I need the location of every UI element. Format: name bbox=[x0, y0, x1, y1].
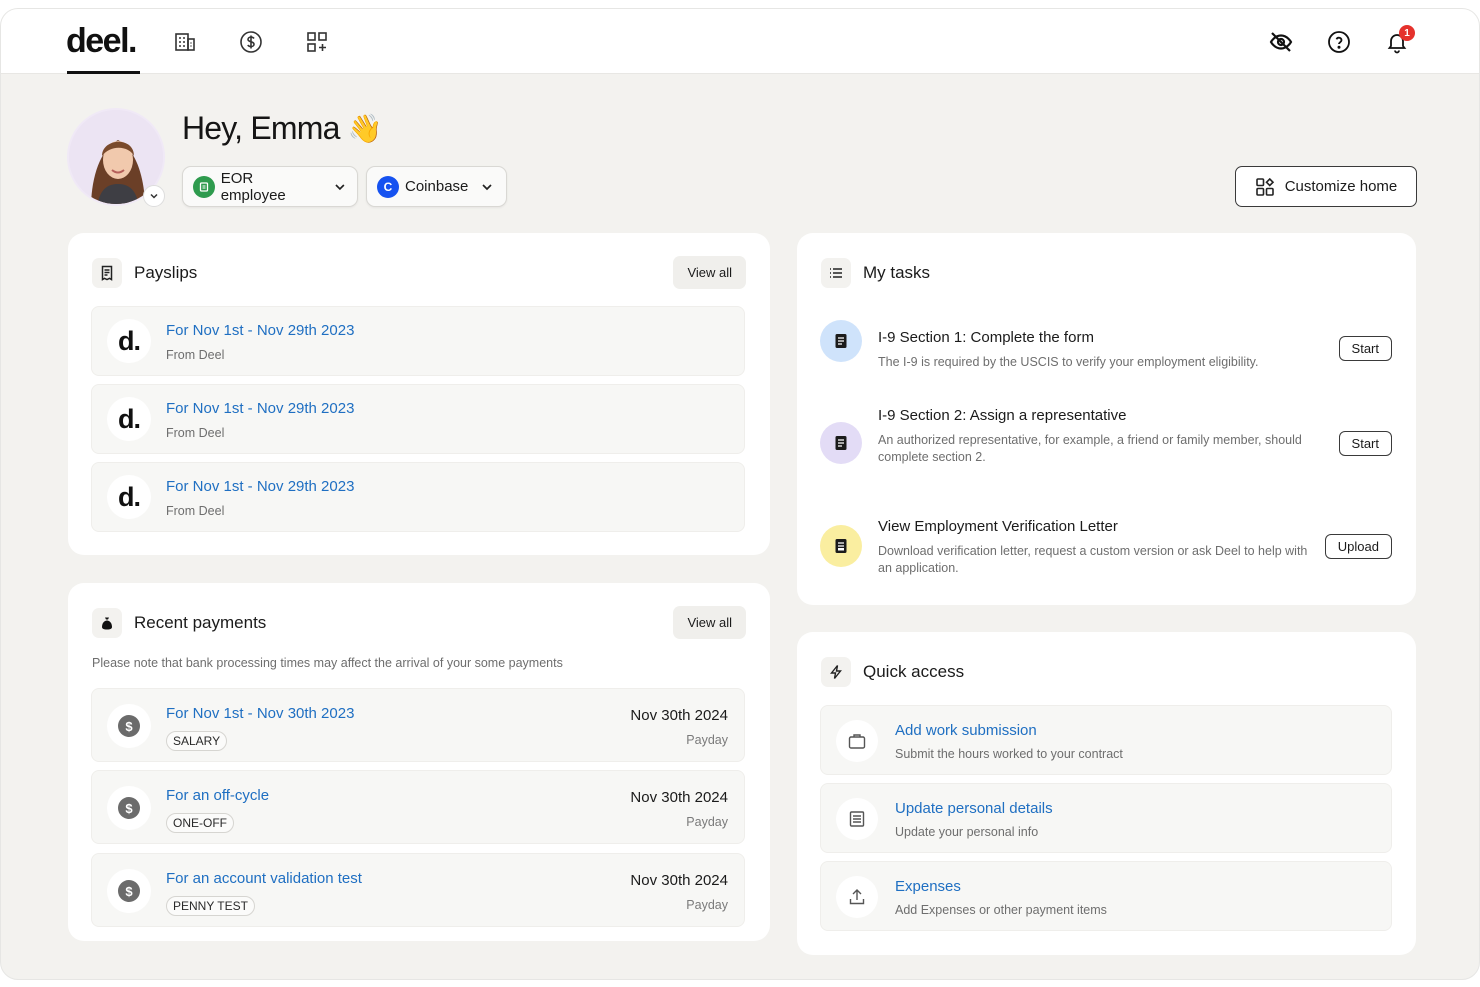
role-dropdown[interactable]: EOR employee bbox=[182, 166, 358, 207]
role-label: EOR employee bbox=[220, 169, 286, 204]
quick-access-item-desc: Submit the hours worked to your contract bbox=[895, 747, 1123, 761]
deel-d-logo: d. bbox=[107, 475, 151, 519]
task-title: I-9 Section 1: Complete the form bbox=[878, 329, 1094, 346]
payslip-title[interactable]: For Nov 1st - Nov 29th 2023 bbox=[166, 322, 354, 339]
form-document-icon bbox=[820, 422, 862, 464]
payslips-header: Payslips bbox=[92, 258, 197, 288]
dollar-coin-icon: $ bbox=[107, 704, 151, 748]
payment-row[interactable]: $ For an off-cycle ONE-OFF Nov 30th 2024… bbox=[91, 770, 745, 844]
payments-title: Recent payments bbox=[134, 613, 267, 632]
company-dropdown[interactable]: C Coinbase bbox=[366, 166, 507, 207]
payslips-view-all-button[interactable]: View all bbox=[673, 256, 746, 289]
notification-badge: 1 bbox=[1399, 25, 1415, 41]
payment-title[interactable]: For an account validation test bbox=[166, 870, 362, 887]
my-tasks-card: My tasks I-9 Section 1: Complete the for… bbox=[797, 233, 1416, 605]
apps-add-icon[interactable] bbox=[304, 29, 330, 55]
payment-date-label: Payday bbox=[686, 733, 728, 747]
lightning-icon bbox=[821, 657, 851, 687]
payment-date-label: Payday bbox=[686, 815, 728, 829]
payslip-source: From Deel bbox=[166, 504, 225, 518]
payment-type-tag: SALARY bbox=[166, 731, 228, 751]
task-upload-button[interactable]: Upload bbox=[1324, 534, 1392, 559]
payments-view-all-button[interactable]: View all bbox=[673, 606, 746, 639]
app-window: deel. 1 Hey, Emma 👋 EOR employee C Coinb… bbox=[0, 8, 1480, 980]
chevron-down-icon bbox=[335, 183, 345, 190]
payment-date-label: Payday bbox=[686, 898, 728, 912]
grid-customize-icon bbox=[1255, 177, 1274, 196]
greeting-text: Hey, Emma bbox=[182, 110, 340, 146]
avatar-menu-chevron-icon[interactable] bbox=[143, 185, 165, 207]
payment-title[interactable]: For an off-cycle bbox=[166, 787, 269, 804]
greeting-heading: Hey, Emma 👋 bbox=[182, 110, 382, 147]
payslip-title[interactable]: For Nov 1st - Nov 29th 2023 bbox=[166, 400, 354, 417]
help-icon[interactable] bbox=[1326, 29, 1352, 55]
quick-access-item-title[interactable]: Add work submission bbox=[895, 722, 1037, 739]
building-icon[interactable] bbox=[172, 29, 198, 55]
payment-row[interactable]: $ For Nov 1st - Nov 30th 2023 SALARY Nov… bbox=[91, 688, 745, 762]
task-start-button[interactable]: Start bbox=[1338, 431, 1392, 456]
eye-off-icon[interactable] bbox=[1268, 29, 1294, 55]
task-title: View Employment Verification Letter bbox=[878, 518, 1118, 535]
quick-access-item[interactable]: Expenses Add Expenses or other payment i… bbox=[820, 861, 1392, 931]
deel-d-logo: d. bbox=[107, 397, 151, 441]
payslips-title: Payslips bbox=[134, 263, 198, 282]
wave-emoji: 👋 bbox=[347, 113, 383, 144]
quick-access-card: Quick access Add work submission Submit … bbox=[797, 632, 1416, 955]
payslip-source: From Deel bbox=[166, 348, 225, 362]
document-icon bbox=[836, 798, 878, 840]
deel-d-logo: d. bbox=[107, 319, 151, 363]
quick-access-item-desc: Update your personal info bbox=[895, 825, 1039, 839]
upload-icon bbox=[836, 876, 878, 918]
letter-document-icon bbox=[820, 525, 862, 567]
payment-date: Nov 30th 2024 bbox=[630, 789, 728, 806]
money-bag-icon bbox=[92, 608, 122, 638]
task-description: The I-9 is required by the USCIS to veri… bbox=[878, 355, 1259, 369]
payment-date: Nov 30th 2024 bbox=[630, 707, 728, 724]
coinbase-icon: C bbox=[377, 175, 399, 198]
active-nav-indicator bbox=[67, 71, 140, 74]
task-description: An authorized representative, for exampl… bbox=[878, 433, 1302, 464]
quick-access-item[interactable]: Update personal details Update your pers… bbox=[820, 783, 1392, 853]
task-title: I-9 Section 2: Assign a representative bbox=[878, 407, 1127, 424]
payslip-row[interactable]: d. For Nov 1st - Nov 29th 2023 From Deel bbox=[91, 462, 745, 532]
payments-note: Please note that bank processing times m… bbox=[92, 656, 563, 670]
form-document-icon bbox=[820, 320, 862, 362]
task-start-button[interactable]: Start bbox=[1338, 336, 1392, 361]
payslips-card: Payslips View all d. For Nov 1st - Nov 2… bbox=[68, 233, 770, 555]
customize-home-button[interactable]: Customize home bbox=[1235, 166, 1417, 207]
briefcase-icon bbox=[836, 720, 878, 762]
quick-access-item-desc: Add Expenses or other payment items bbox=[895, 903, 1107, 917]
payslip-source: From Deel bbox=[166, 426, 225, 440]
eor-icon bbox=[193, 175, 215, 198]
list-icon bbox=[821, 258, 851, 288]
tasks-title: My tasks bbox=[863, 263, 931, 282]
dollar-coin-icon: $ bbox=[107, 869, 151, 913]
recent-payments-card: Recent payments View all Please note tha… bbox=[68, 583, 770, 941]
payment-title[interactable]: For Nov 1st - Nov 30th 2023 bbox=[166, 705, 354, 722]
payslip-row[interactable]: d. For Nov 1st - Nov 29th 2023 From Deel bbox=[91, 384, 745, 454]
company-label: Coinbase bbox=[405, 178, 469, 195]
payment-type-tag: ONE-OFF bbox=[166, 813, 234, 833]
customize-label: Customize home bbox=[1284, 178, 1398, 195]
deel-logo[interactable]: deel. bbox=[66, 22, 137, 61]
quick-access-header: Quick access bbox=[821, 657, 964, 687]
top-bar: deel. 1 bbox=[1, 9, 1479, 74]
quick-access-item-title[interactable]: Update personal details bbox=[895, 800, 1053, 817]
payments-header: Recent payments bbox=[92, 608, 266, 638]
payment-type-tag: PENNY TEST bbox=[166, 896, 255, 916]
quick-access-item[interactable]: Add work submission Submit the hours wor… bbox=[820, 705, 1392, 775]
tasks-header: My tasks bbox=[821, 258, 930, 288]
quick-access-title: Quick access bbox=[863, 662, 965, 681]
dollar-coin-icon: $ bbox=[107, 786, 151, 830]
receipt-icon bbox=[92, 258, 122, 288]
payment-date: Nov 30th 2024 bbox=[630, 872, 728, 889]
payslip-title[interactable]: For Nov 1st - Nov 29th 2023 bbox=[166, 478, 354, 495]
chevron-down-icon bbox=[482, 183, 492, 190]
quick-access-item-title[interactable]: Expenses bbox=[895, 878, 961, 895]
dollar-icon[interactable] bbox=[238, 29, 264, 55]
payslip-row[interactable]: d. For Nov 1st - Nov 29th 2023 From Deel bbox=[91, 306, 745, 376]
payment-row[interactable]: $ For an account validation test PENNY T… bbox=[91, 853, 745, 927]
task-description: Download verification letter, request a … bbox=[878, 544, 1308, 575]
